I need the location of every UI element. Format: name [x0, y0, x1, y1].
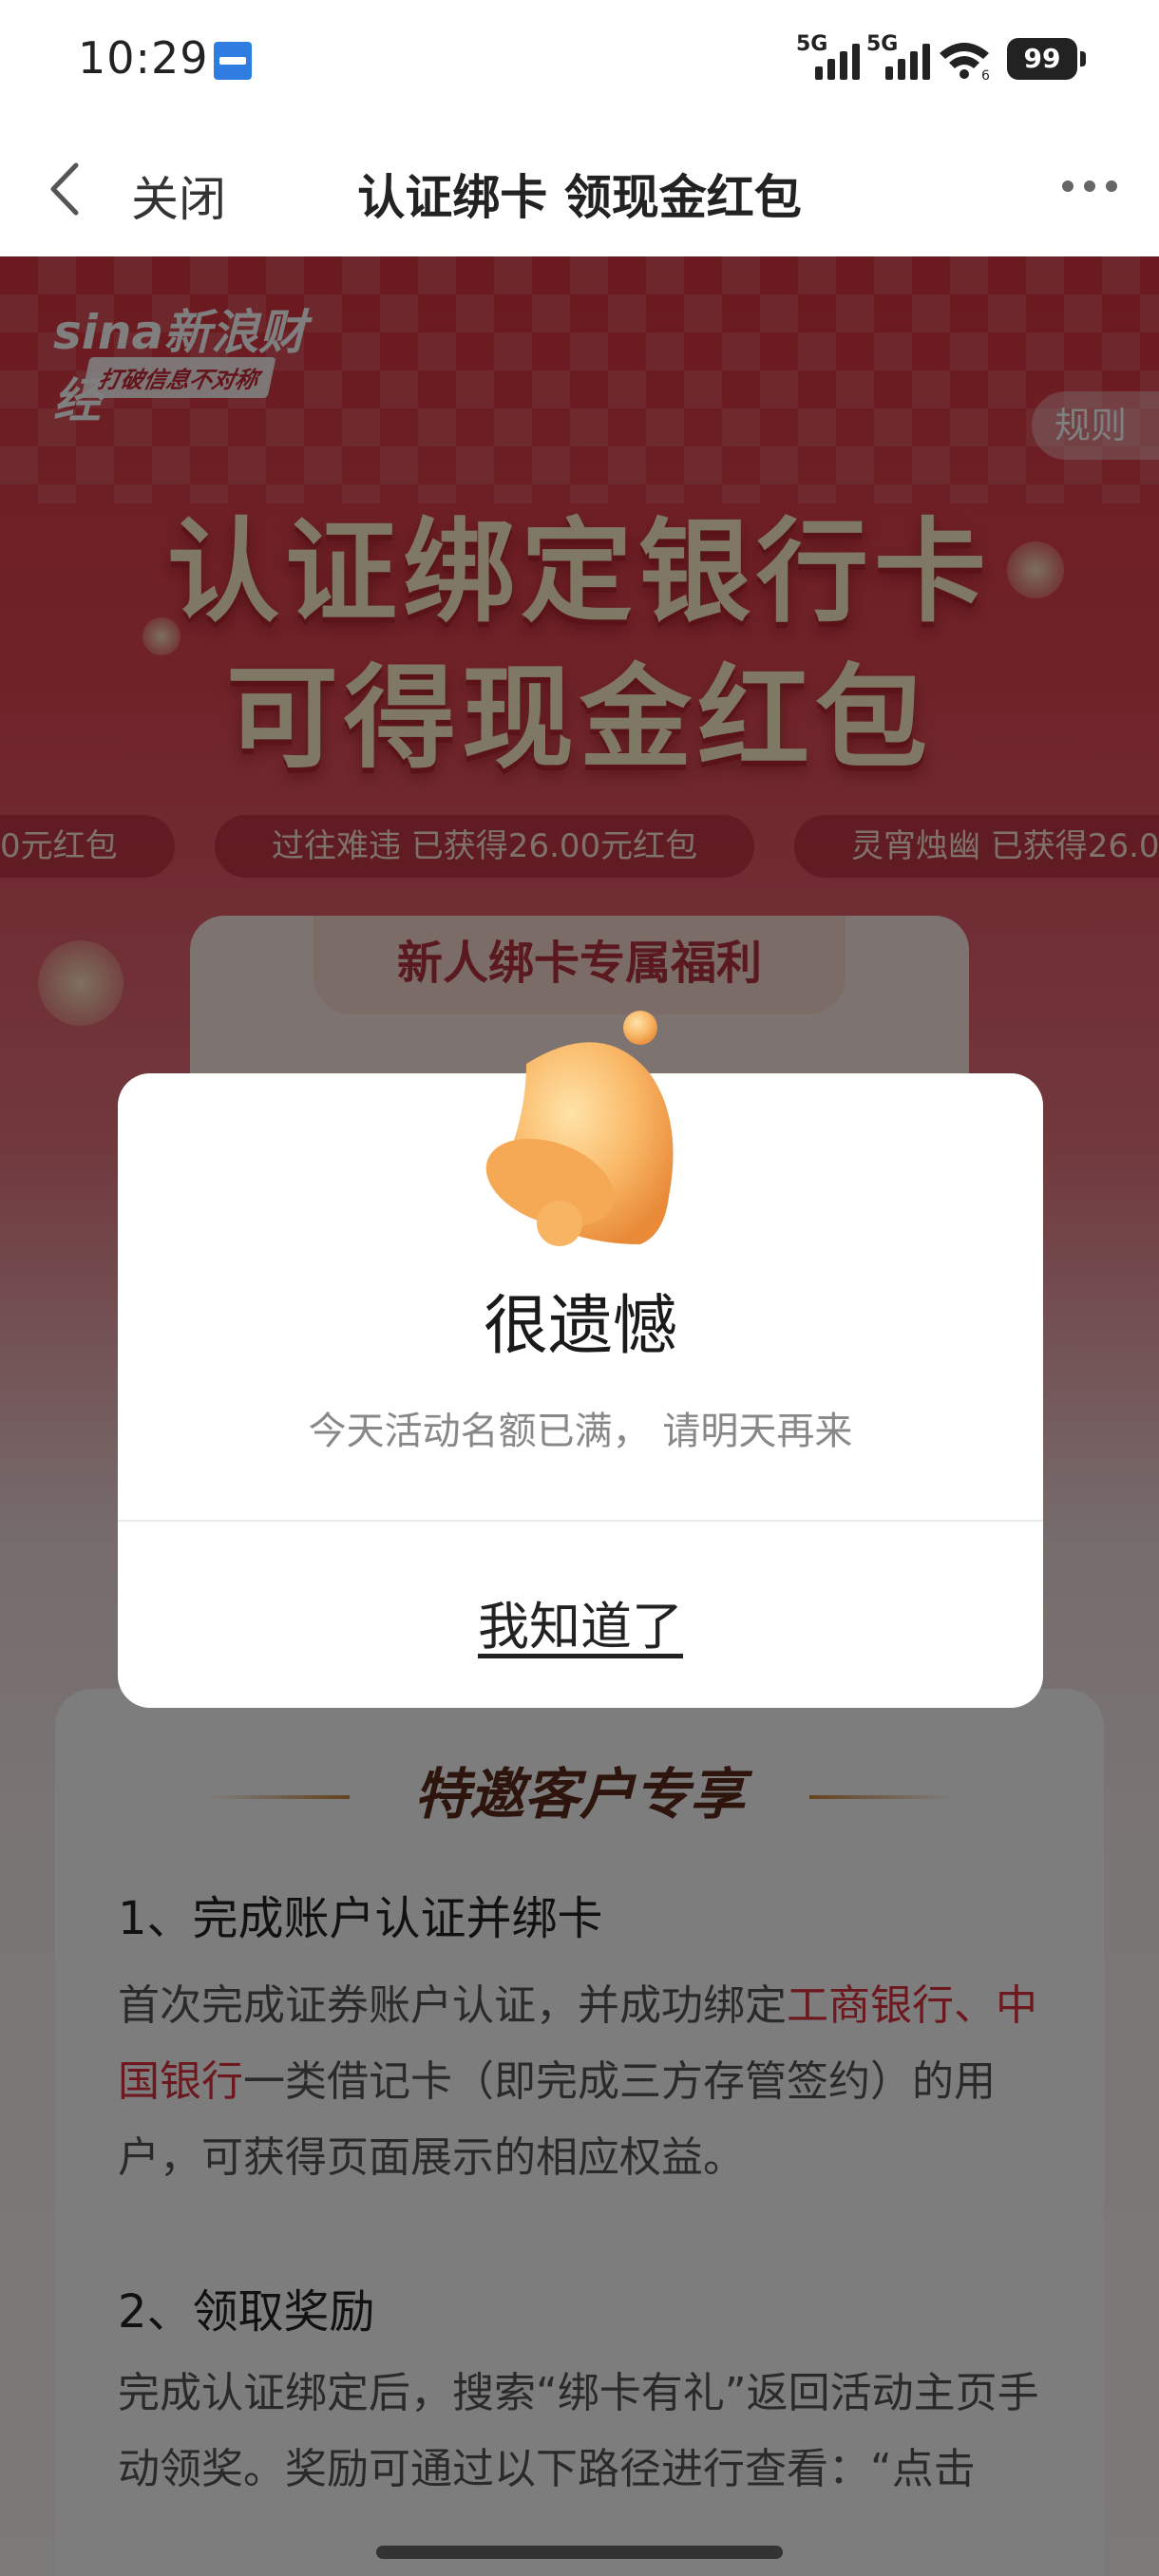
more-options-icon[interactable] — [1062, 180, 1117, 196]
status-bar: 10:29 5G 5G 6 99 — [0, 0, 1159, 122]
wifi-icon: 6 — [940, 43, 990, 80]
cellular-signal-icon: 5G — [796, 32, 860, 80]
bell-icon — [485, 1011, 674, 1246]
page-title: 认证绑卡 领现金红包 — [357, 170, 802, 225]
acknowledge-button[interactable]: 我知道了 — [118, 1584, 1043, 1659]
svg-text:6: 6 — [981, 68, 990, 80]
clock: 10:29 — [78, 32, 209, 84]
cellular-signal-icon-2: 5G — [866, 32, 930, 80]
dialog-title: 很遗憾 — [483, 1289, 677, 1364]
battery-indicator: 99 — [1007, 38, 1086, 80]
dialog-message: 今天活动名额已满， 请明天再来 — [308, 1410, 853, 1453]
nav-bar: 关闭 认证绑卡 领现金红包 — [0, 122, 1159, 256]
home-indicator[interactable] — [376, 2546, 783, 2559]
dialog-divider — [118, 1520, 1043, 1522]
news-app-icon — [214, 42, 252, 80]
